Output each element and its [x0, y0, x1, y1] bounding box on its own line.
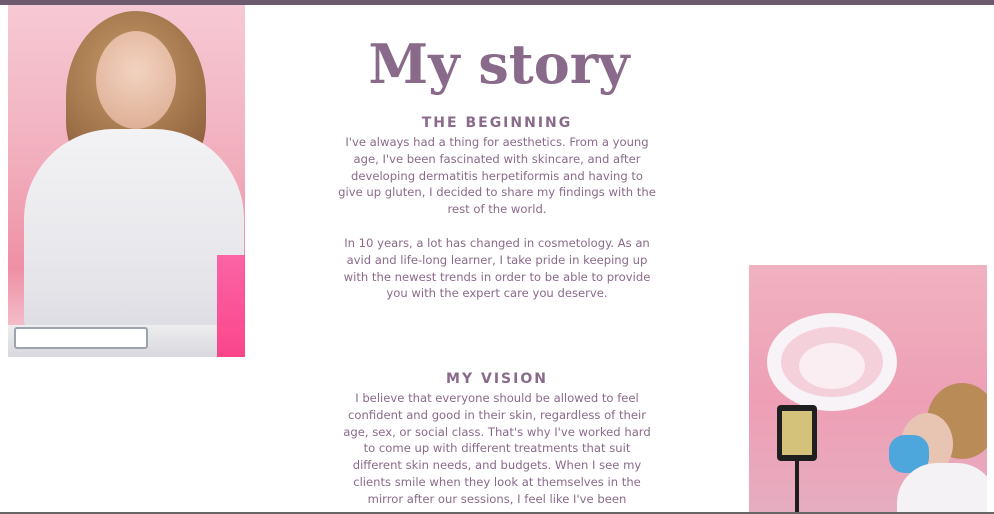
section-paragraph-beginning-2: In 10 years, a lot has changed in cosmet…: [343, 236, 651, 301]
section-heading-beginning: THE BEGINNING: [421, 114, 573, 131]
ring-light-center: [799, 343, 865, 389]
treatment-photo: [749, 265, 987, 514]
portrait-accent: [217, 255, 245, 357]
light-stand: [795, 461, 799, 514]
section-paragraph-beginning-1: I've always had a thing for aesthetics. …: [338, 135, 656, 217]
portrait-face: [96, 31, 176, 129]
portrait-device: [14, 327, 148, 349]
section-heading-vision: MY VISION: [446, 370, 548, 387]
section-paragraph-vision-1: I believe that everyone should be allowe…: [343, 391, 651, 506]
portrait-photo: [8, 5, 245, 357]
portrait-shirt: [24, 129, 244, 339]
phone-on-stand: [777, 405, 817, 461]
page-title: My story: [368, 32, 630, 97]
